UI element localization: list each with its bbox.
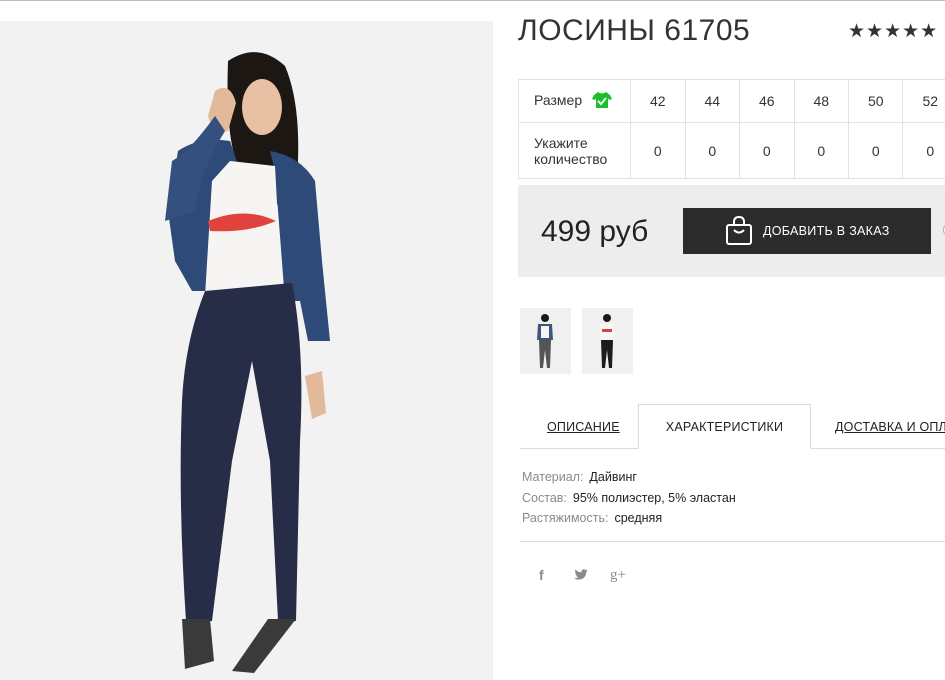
- shopping-bag-icon: [725, 216, 753, 246]
- size-cell[interactable]: 42: [630, 79, 686, 123]
- quantity-input[interactable]: 0: [793, 122, 850, 179]
- add-to-order-button[interactable]: ДОБАВИТЬ В ЗАКАЗ: [683, 208, 931, 254]
- quantity-input[interactable]: 0: [847, 122, 904, 179]
- spec-value: 95% полиэстер, 5% эластан: [572, 490, 736, 505]
- quantity-label-cell: Укажите количество: [517, 122, 632, 179]
- google-plus-icon[interactable]: g+: [610, 565, 647, 585]
- model-illustration: [0, 21, 493, 680]
- twitter-icon[interactable]: [573, 565, 610, 585]
- spec-row: Растяжимость: средняя: [522, 508, 736, 529]
- thumbnail-1[interactable]: [520, 308, 571, 374]
- add-to-order-label: ДОБАВИТЬ В ЗАКАЗ: [763, 224, 890, 238]
- thumbnail-image: [582, 308, 633, 374]
- tshirt-check-icon[interactable]: [592, 91, 613, 112]
- thumbnail-2[interactable]: [582, 308, 633, 374]
- social-share: f g+: [536, 565, 647, 585]
- spec-key: Материал:: [522, 470, 584, 484]
- size-label: Размер: [534, 91, 583, 108]
- quantity-input[interactable]: 0: [684, 122, 741, 179]
- size-label-cell: Размер: [517, 79, 632, 123]
- size-cell[interactable]: 46: [739, 79, 795, 123]
- spec-key: Состав:: [522, 490, 567, 505]
- spec-value: Дайвинг: [589, 470, 637, 484]
- size-cell[interactable]: 52: [902, 79, 945, 123]
- size-cell[interactable]: 48: [793, 79, 850, 123]
- quantity-label-line2: количество: [534, 150, 608, 167]
- spec-value: средняя: [614, 511, 663, 525]
- specifications-list: Материал: Дайвинг Состав: 95% полиэстер, 5…: [522, 467, 736, 529]
- product-title: ЛОСИНЫ 61705: [518, 14, 751, 47]
- tab-characteristics[interactable]: ХАРАКТЕРИСТИКИ: [638, 404, 811, 449]
- thumbnail-image: [520, 308, 571, 374]
- specs-divider: [520, 541, 945, 542]
- facebook-icon[interactable]: f: [536, 565, 573, 585]
- price: 499 руб: [541, 215, 649, 248]
- spec-key: Растяжимость:: [522, 511, 609, 525]
- quantity-input[interactable]: 0: [902, 122, 945, 179]
- top-divider: [0, 0, 945, 1]
- spec-row: Материал: Дайвинг: [522, 467, 736, 488]
- rating-stars[interactable]: ★★★★★: [848, 20, 938, 43]
- main-product-photo[interactable]: [0, 21, 493, 680]
- quantity-label-line1: Укажите: [534, 134, 588, 151]
- price-box: 499 руб ДОБАВИТЬ В ЗАКАЗ: [518, 185, 945, 277]
- size-quantity-table: Размер 42 44 46 48 50 52 Укажите количес…: [517, 79, 945, 179]
- size-cell[interactable]: 50: [847, 79, 904, 123]
- tab-description[interactable]: ОПИСАНИЕ: [547, 404, 620, 449]
- tab-delivery-payment[interactable]: ДОСТАВКА И ОПЛА: [835, 404, 945, 449]
- quantity-input[interactable]: 0: [739, 122, 795, 179]
- quantity-input[interactable]: 0: [630, 122, 686, 179]
- spec-row: Состав: 95% полиэстер, 5% эластан: [522, 488, 736, 509]
- size-cell[interactable]: 44: [684, 79, 741, 123]
- product-tabs: ОПИСАНИЕ ХАРАКТЕРИСТИКИ ДОСТАВКА И ОПЛА: [520, 404, 945, 449]
